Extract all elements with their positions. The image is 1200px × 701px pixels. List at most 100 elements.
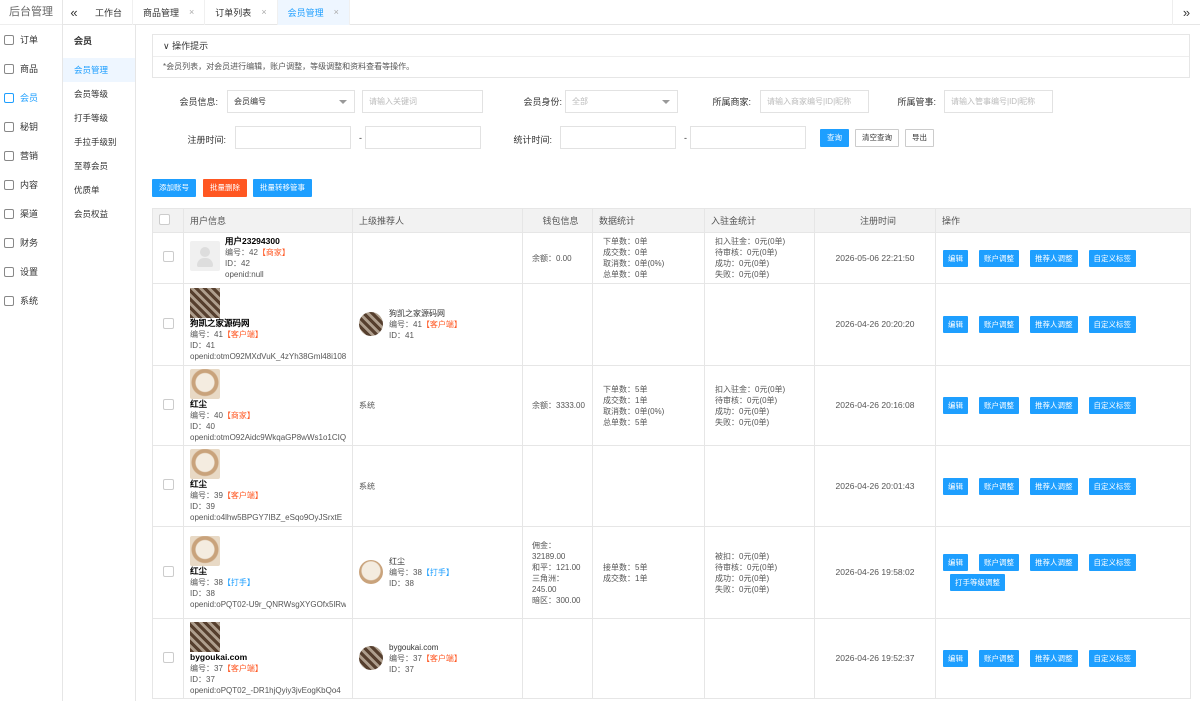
referrer-adjust-button[interactable]: 推荐人调整 (1030, 477, 1078, 495)
nav-item[interactable]: 会员 (0, 83, 62, 112)
sub-nav: 会员 会员管理 会员等级 打手等级 手拉手级别 至尊会员 优质单 会员权益 (63, 25, 136, 701)
close-icon[interactable]: × (261, 7, 266, 17)
nav-item[interactable]: 系统 (0, 286, 62, 315)
select-all-checkbox[interactable] (159, 214, 170, 225)
nav-item[interactable]: 内容 (0, 170, 62, 199)
stats-line: 总单数：5单 (603, 417, 648, 427)
sub-nav-item[interactable]: 打手等级 (63, 106, 135, 130)
custom-tag-button[interactable]: 自定义标签 (1088, 249, 1136, 267)
nav-item[interactable]: 设置 (0, 257, 62, 286)
stat-time-end[interactable] (690, 126, 806, 149)
avatar (190, 621, 220, 652)
merchant-input[interactable]: 请输入商家编号|ID|昵称 (760, 90, 869, 113)
sub-nav-item[interactable]: 优质单 (63, 178, 135, 202)
column-header: 钱包信息 (522, 208, 593, 233)
row-checkbox[interactable] (162, 565, 174, 577)
custom-tag-button[interactable]: 自定义标签 (1088, 554, 1136, 571)
nav-item[interactable]: 渠道 (0, 199, 62, 228)
custom-tag-button[interactable]: 自定义标签 (1088, 316, 1136, 333)
merchant-label: 所属商家: (712, 97, 751, 107)
sub-nav-item[interactable]: 会员管理 (63, 58, 135, 82)
tabs-more-icon[interactable]: » (1172, 0, 1200, 25)
fighter-level-adjust-button[interactable]: 打手等级调整 (950, 574, 1005, 591)
edit-button[interactable]: 编辑 (943, 650, 968, 667)
nav-item[interactable]: 财务 (0, 228, 62, 257)
sub-nav-item[interactable]: 会员权益 (63, 202, 135, 226)
account-adjust-button[interactable]: 账户调整 (979, 477, 1019, 495)
reg-time-end[interactable] (365, 126, 481, 149)
nav-item-label: 内容 (20, 180, 39, 190)
user-number: 编号：42 (225, 248, 258, 257)
row-checkbox[interactable] (162, 317, 174, 329)
account-adjust-button[interactable]: 账户调整 (979, 554, 1019, 571)
range-dash: - (359, 133, 362, 143)
tab-orders[interactable]: 订单列表 × (205, 0, 278, 25)
fund-line: 成功：0元(0单) (715, 259, 770, 268)
custom-tag-button[interactable]: 自定义标签 (1088, 477, 1136, 495)
close-icon[interactable]: × (189, 7, 194, 17)
user-info-cell: bygoukai.com 编号：37【客户端】 ID：37 openid:oPQT02… (183, 618, 353, 699)
nav-item[interactable]: 商品 (0, 54, 62, 83)
clear-search-button[interactable]: 清空查询 (855, 129, 899, 147)
identity-select[interactable]: 全部 (565, 90, 678, 113)
nav-item[interactable]: 订单 (0, 25, 62, 54)
wallet-line: 余额：0.00 (532, 253, 572, 263)
manager-input[interactable]: 请输入管事编号|ID|昵称 (944, 90, 1053, 113)
batch-transfer-button[interactable]: 批量转移管事 (253, 179, 312, 197)
referrer-adjust-button[interactable]: 推荐人调整 (1030, 397, 1078, 414)
edit-button[interactable]: 编辑 (943, 477, 968, 495)
stats-line: 取消数：0单(0%) (603, 406, 665, 416)
edit-button[interactable]: 编辑 (943, 554, 968, 571)
account-adjust-button[interactable]: 账户调整 (979, 650, 1019, 667)
register-time: 2026-04-26 19:58:02 (814, 526, 936, 619)
close-icon[interactable]: × (334, 7, 339, 17)
user-role-badge: 【客户端】 (222, 491, 263, 500)
referrer-adjust-button[interactable]: 推荐人调整 (1030, 554, 1078, 571)
tab-workbench[interactable]: 工作台 (85, 0, 134, 25)
wallet-cell: 佣金：32189.00 和平：121.00 三角洲：245.00 暗区：300.00 (522, 526, 593, 619)
nav-item[interactable]: 秘钥 (0, 112, 62, 141)
row-checkbox[interactable] (162, 398, 174, 410)
batch-delete-button[interactable]: 批量删除 (203, 179, 247, 197)
nav-item-label: 营销 (20, 151, 39, 161)
filter-form: 会员信息: 会员编号 请输入关键词 会员身份: 全部 所属商家: 请输入商家编号… (152, 78, 1190, 168)
referrer-adjust-button[interactable]: 推荐人调整 (1030, 249, 1078, 267)
account-adjust-button[interactable]: 账户调整 (979, 316, 1019, 333)
row-checkbox[interactable] (162, 479, 174, 490)
add-account-button[interactable]: 添加账号 (152, 179, 196, 197)
column-header: 操作 (935, 208, 1191, 233)
custom-tag-button[interactable]: 自定义标签 (1088, 650, 1136, 667)
sub-nav-item[interactable]: 会员等级 (63, 82, 135, 106)
keyword-input[interactable]: 请输入关键词 (362, 90, 483, 113)
sub-nav-item[interactable]: 手拉手级别 (63, 130, 135, 154)
tab-members[interactable]: 会员管理 × (277, 0, 350, 25)
edit-button[interactable]: 编辑 (943, 249, 968, 267)
nav-item[interactable]: 营销 (0, 141, 62, 170)
referrer-adjust-button[interactable]: 推荐人调整 (1030, 316, 1078, 333)
reg-time-start[interactable] (235, 126, 351, 149)
member-table: 用户信息 上级推荐人 钱包信息 数据统计 入驻金统计 注册时间 操作 用户232… (152, 208, 1191, 699)
row-checkbox[interactable] (162, 251, 174, 262)
edit-button[interactable]: 编辑 (943, 397, 968, 414)
fund-line: 待审核：0元(0单) (715, 562, 778, 572)
referrer-adjust-button[interactable]: 推荐人调整 (1030, 650, 1078, 667)
tips-header[interactable]: ∨ 操作提示 (153, 35, 1189, 57)
stat-time-start[interactable] (560, 126, 676, 149)
tab-products[interactable]: 商品管理 × (133, 0, 206, 25)
referrer-cell: bygoukai.com 编号：37【客户端】 ID：37 (352, 618, 523, 699)
fund-line: 失败：0元(0单) (715, 270, 770, 279)
member-info-select[interactable]: 会员编号 (227, 90, 355, 113)
fund-line: 成功：0元(0单) (715, 573, 770, 583)
referrer-number-line: 编号：41【客户端】 (389, 319, 516, 330)
user-openid: openid:o4lhw5BPGY7IBZ_eSqo9OyJSrxtE (190, 513, 343, 522)
wallet-line: 佣金：32189.00 (532, 540, 566, 561)
account-adjust-button[interactable]: 账户调整 (979, 397, 1019, 414)
export-button[interactable]: 导出 (905, 129, 934, 147)
row-checkbox[interactable] (162, 651, 174, 663)
account-adjust-button[interactable]: 账户调整 (979, 249, 1019, 267)
sub-nav-item[interactable]: 至尊会员 (63, 154, 135, 178)
edit-button[interactable]: 编辑 (943, 316, 968, 333)
custom-tag-button[interactable]: 自定义标签 (1088, 397, 1136, 414)
search-button[interactable]: 查询 (820, 129, 849, 147)
collapse-icon[interactable]: « (63, 5, 85, 20)
